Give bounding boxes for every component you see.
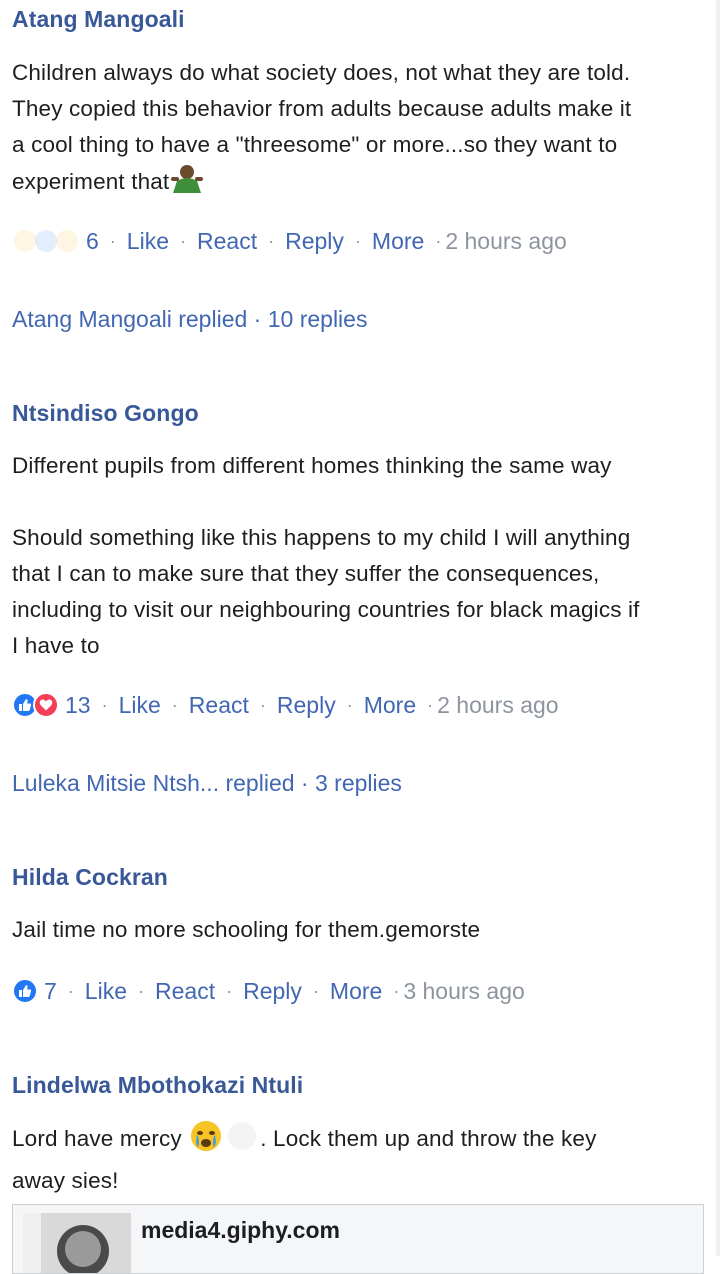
comment-author[interactable]: Ntsindiso Gongo [12, 400, 199, 427]
reaction-icons[interactable] [12, 228, 80, 254]
link-preview-domain[interactable]: media4.giphy.com [141, 1217, 340, 1244]
link-preview-card[interactable]: media4.giphy.com [12, 1204, 704, 1274]
reaction-count[interactable]: 7 [44, 978, 57, 1005]
reaction-icons[interactable] [12, 978, 38, 1004]
link-preview-thumbnail [23, 1213, 131, 1273]
separator: · [354, 230, 361, 251]
comment-text: Lord have mercy . Lock them up and throw… [12, 1120, 712, 1199]
separator: · [268, 230, 275, 251]
reaction-count[interactable]: 13 [65, 692, 91, 719]
separator: · [138, 980, 144, 1001]
like-icon [12, 978, 38, 1004]
blank-emoji-icon [224, 1120, 260, 1163]
scroll-edge [716, 0, 720, 1256]
reply-button[interactable]: Reply [243, 978, 302, 1005]
separator: · [171, 694, 178, 715]
comment-timestamp[interactable]: 3 hours ago [403, 978, 524, 1005]
like-button[interactable]: Like [127, 228, 169, 255]
person-shrugging-emoji-icon [169, 163, 205, 206]
comment-author[interactable]: Lindelwa Mbothokazi Ntuli [12, 1072, 303, 1099]
separator: · [109, 230, 116, 251]
separator: · [435, 230, 442, 251]
comment-text: Different pupils from different homes th… [12, 453, 640, 658]
separator: · [101, 694, 108, 715]
comment-author[interactable]: Hilda Cockran [12, 864, 168, 891]
reaction-count[interactable]: 6 [86, 228, 99, 255]
crying-face-emoji-icon [188, 1120, 224, 1163]
wow-icon [54, 228, 80, 254]
comment-text: Children always do what society does, no… [12, 55, 712, 206]
like-button[interactable]: Like [119, 692, 161, 719]
react-button[interactable]: React [155, 978, 215, 1005]
comment-text: Jail time no more schooling for them.gem… [12, 917, 481, 942]
separator: · [180, 230, 186, 251]
comment-timestamp[interactable]: 2 hours ago [445, 228, 566, 255]
more-button[interactable]: More [364, 692, 416, 719]
reaction-icons[interactable] [12, 692, 59, 718]
reply-button[interactable]: Reply [285, 228, 344, 255]
separator: · [346, 694, 353, 715]
comment-actions: 13 · Like · React · Reply · More · 2 hou… [12, 687, 559, 723]
separator: · [393, 980, 400, 1001]
comment-timestamp[interactable]: 2 hours ago [437, 692, 558, 719]
comment-actions: 6 · Like · React · Reply · More · 2 hour… [12, 223, 567, 259]
view-replies-link[interactable]: Luleka Mitsie Ntsh... replied · 3 replie… [12, 770, 402, 797]
react-button[interactable]: React [189, 692, 249, 719]
separator: · [259, 694, 266, 715]
view-replies-link[interactable]: Atang Mangoali replied · 10 replies [12, 306, 367, 333]
comment-author[interactable]: Atang Mangoali [12, 6, 185, 33]
like-button[interactable]: Like [85, 978, 127, 1005]
more-button[interactable]: More [330, 978, 382, 1005]
react-button[interactable]: React [197, 228, 257, 255]
love-icon [33, 692, 59, 718]
separator: · [427, 694, 434, 715]
comment-actions: 7 · Like · React · Reply · More · 3 hour… [12, 973, 525, 1009]
reply-button[interactable]: Reply [277, 692, 336, 719]
separator: · [226, 980, 233, 1001]
separator: · [312, 980, 319, 1001]
separator: · [67, 980, 74, 1001]
more-button[interactable]: More [372, 228, 424, 255]
